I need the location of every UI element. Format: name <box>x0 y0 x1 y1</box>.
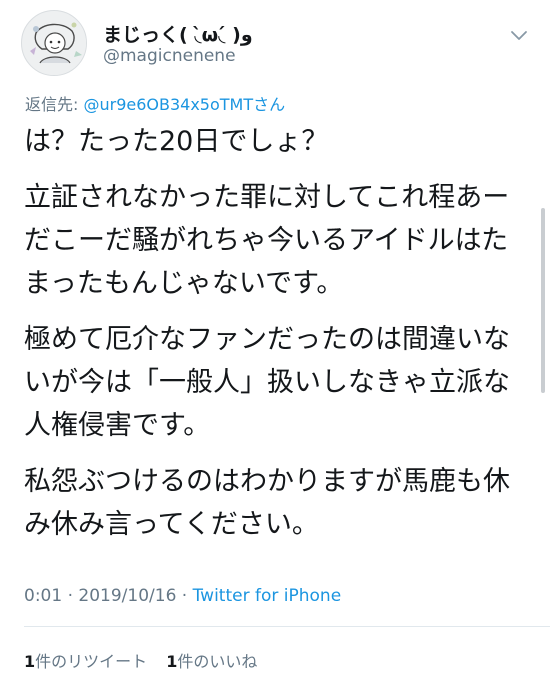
likes-label: 件のいいね <box>177 652 258 671</box>
divider <box>24 626 550 627</box>
avatar[interactable] <box>21 10 87 76</box>
tweet-detail-page: まじっく( ◟̀ω◟́ )و @magicnenene 返信先: @ur9e6O… <box>0 0 550 686</box>
likes-stat[interactable]: 1件のいいね <box>166 652 257 671</box>
reply-mention-link[interactable]: @ur9e6OB34x5oTMTさん <box>83 95 285 114</box>
meta-separator: · <box>176 586 193 606</box>
retweets-stat[interactable]: 1件のリツイート <box>24 652 147 671</box>
retweets-count: 1 <box>24 652 36 671</box>
avatar-illustration-icon <box>23 12 86 75</box>
tweet-stats: 1件のリツイート 1件のいいね <box>24 648 271 672</box>
scrollbar[interactable] <box>541 208 545 393</box>
retweets-label: 件のリツイート <box>35 652 148 671</box>
tweet-date[interactable]: 2019/10/16 <box>78 586 176 606</box>
tweet-time[interactable]: 0:01 <box>24 586 62 606</box>
tweet-paragraph: 極めて厄介なファンだったのは間違いないが今は「一般人」扱いしなきゃ立派な人権侵害… <box>24 324 510 441</box>
chevron-down-icon[interactable] <box>508 24 530 46</box>
user-handle[interactable]: @magicnenene <box>103 46 236 66</box>
tweet-paragraph: は？たった20日でしょ？ <box>24 126 329 157</box>
tweet-paragraph: 立証されなかった罪に対してこれ程あーだこーだ騒がれちゃ今いるアイドルはたまったも… <box>24 182 510 299</box>
display-name[interactable]: まじっく( ◟̀ω◟́ )و <box>103 20 253 47</box>
reply-prefix: 返信先: <box>25 95 84 114</box>
likes-count: 1 <box>166 652 178 671</box>
reply-to-line: 返信先: @ur9e6OB34x5oTMTさん <box>25 91 285 115</box>
tweet-meta: 0:01 · 2019/10/16 · Twitter for iPhone <box>24 586 341 606</box>
meta-separator: · <box>62 586 79 606</box>
tweet-text: は？たった20日でしょ？ 立証されなかった罪に対してこれ程あーだこーだ騒がれちゃ… <box>24 120 524 559</box>
tweet-paragraph: 私怨ぶつけるのはわかりますが馬鹿も休み休み言ってください。 <box>24 466 510 540</box>
tweet-source-link[interactable]: Twitter for iPhone <box>193 586 342 606</box>
tweet-header: まじっく( ◟̀ω◟́ )و @magicnenene <box>0 0 550 92</box>
